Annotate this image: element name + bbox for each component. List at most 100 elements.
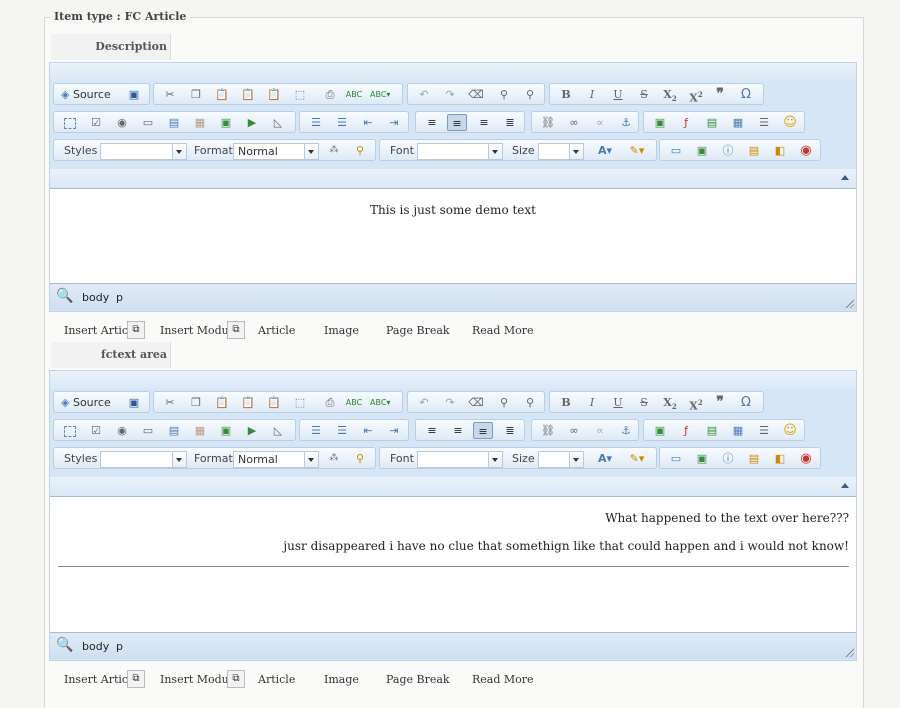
resize-handle[interactable] — [844, 298, 854, 308]
find-icon[interactable]: ⚲ — [494, 394, 514, 411]
zoom-icon[interactable]: 🔍 — [56, 637, 73, 653]
superscript-button[interactable]: X2 — [686, 394, 706, 413]
paste-icon[interactable]: 📋 — [212, 394, 232, 411]
smiley-icon[interactable]: ☺ — [780, 422, 800, 439]
bold-button[interactable]: B — [556, 394, 576, 411]
blockquote-icon[interactable]: ❞ — [710, 394, 730, 411]
link-icon[interactable]: ⛓ — [538, 422, 558, 439]
underline-button[interactable]: U — [608, 394, 628, 411]
spellcheck-icon[interactable]: ABC — [344, 394, 364, 411]
color-wheel-icon[interactable]: ◉ — [796, 142, 816, 159]
superscript-button[interactable]: X2 — [686, 86, 706, 105]
preview-zoom-icon[interactable]: ⚲ — [350, 450, 370, 467]
horizontal-rule-icon[interactable]: ☰ — [754, 114, 774, 131]
indent-icon[interactable]: ⇥ — [384, 422, 404, 439]
form-icon[interactable] — [60, 114, 80, 131]
special-char-icon[interactable]: Ω — [736, 394, 756, 411]
paste-text-icon[interactable]: 📋 — [238, 394, 258, 411]
image-icon[interactable]: ▣ — [650, 422, 670, 439]
zoom-icon[interactable]: 🔍 — [56, 288, 73, 304]
table-grid-icon[interactable]: ▦ — [728, 114, 748, 131]
align-center-icon[interactable]: ≡ — [447, 114, 467, 131]
eraser-icon[interactable]: ⌫ — [466, 394, 486, 411]
bg-color-icon[interactable]: ✎▾ — [624, 450, 650, 467]
collapse-toolbar-icon[interactable] — [841, 483, 849, 488]
subscript-button[interactable]: X2 — [660, 86, 680, 103]
special-char-icon[interactable]: Ω — [736, 86, 756, 103]
read-more-button[interactable]: Read More — [472, 673, 534, 686]
cut-icon[interactable]: ✂ — [160, 86, 180, 103]
checkbox-icon[interactable]: ☑ — [86, 114, 106, 131]
image-button-icon[interactable]: ▶ — [242, 422, 262, 439]
undo-icon[interactable]: ↶ — [414, 86, 434, 103]
numbered-list-icon[interactable]: ☰ — [306, 114, 326, 131]
maximize-icon[interactable]: ▭ — [666, 142, 686, 159]
print-icon[interactable]: ⎙ — [320, 394, 340, 411]
strike-button[interactable]: S — [634, 394, 654, 411]
select-field-icon[interactable]: ▦ — [190, 114, 210, 131]
anchor-icon[interactable]: ⚓ — [616, 114, 636, 131]
description-content-area[interactable]: This is just some demo text — [50, 188, 856, 284]
replace-icon[interactable]: ⚲ — [520, 86, 540, 103]
print-icon[interactable]: ⎙ — [320, 86, 340, 103]
select-field-icon[interactable]: ▦ — [190, 422, 210, 439]
redo-icon[interactable]: ↷ — [440, 394, 460, 411]
link-chain-icon[interactable]: ∞ — [564, 114, 584, 131]
anchor-icon[interactable]: ⚓ — [616, 422, 636, 439]
preview-zoom-icon[interactable]: ⚲ — [350, 142, 370, 159]
image-button-icon[interactable]: ▶ — [242, 114, 262, 131]
blockquote-icon[interactable]: ❞ — [710, 86, 730, 103]
show-source-icon[interactable]: ▣ — [692, 142, 712, 159]
insert-article-icon[interactable]: ⧉ — [127, 670, 145, 688]
about-icon[interactable]: ⓘ — [718, 450, 738, 467]
insert-module-icon[interactable]: ⧉ — [227, 670, 245, 688]
find-icon[interactable]: ⚲ — [494, 86, 514, 103]
textfield-icon[interactable]: ▭ — [138, 422, 158, 439]
smiley-icon[interactable]: ☺ — [780, 114, 800, 131]
image-button[interactable]: Image — [324, 673, 359, 686]
bold-button[interactable]: B — [556, 86, 576, 103]
outdent-icon[interactable]: ⇤ — [358, 114, 378, 131]
font-select[interactable] — [417, 143, 503, 160]
save-icon[interactable]: ▣ — [124, 86, 144, 103]
paste-word-icon[interactable]: 📋 — [264, 394, 284, 411]
path-p[interactable]: p — [116, 291, 123, 304]
subscript-button[interactable]: X2 — [660, 394, 680, 411]
show-source-icon[interactable]: ▣ — [692, 450, 712, 467]
template-icon[interactable]: ▤ — [744, 450, 764, 467]
bulleted-list-icon[interactable]: ☰ — [332, 422, 352, 439]
read-more-button[interactable]: Read More — [472, 324, 534, 337]
select-all-icon[interactable]: ⬚ — [290, 394, 310, 411]
copy-icon[interactable]: ❐ — [186, 394, 206, 411]
color-wheel-icon[interactable]: ◉ — [796, 450, 816, 467]
spellcheck-scayt-icon[interactable]: ABC▾ — [370, 86, 390, 103]
maximize-icon[interactable]: ▭ — [666, 450, 686, 467]
link-icon[interactable]: ⛓ — [538, 114, 558, 131]
button-field-icon[interactable]: ▣ — [216, 422, 236, 439]
page-break-button[interactable]: Page Break — [386, 673, 450, 686]
resize-handle[interactable] — [844, 647, 854, 657]
italic-button[interactable]: I — [582, 394, 602, 411]
align-right-icon[interactable]: ≡ — [474, 114, 494, 131]
table-grid-icon[interactable]: ▦ — [728, 422, 748, 439]
select-all-icon[interactable]: ⬚ — [290, 86, 310, 103]
hidden-field-icon[interactable]: ◺ — [268, 114, 288, 131]
form-icon[interactable] — [60, 422, 80, 439]
bg-color-icon[interactable]: ✎▾ — [624, 142, 650, 159]
unlink-icon[interactable]: ∝ — [590, 422, 610, 439]
spellcheck-scayt-icon[interactable]: ABC▾ — [370, 394, 390, 411]
table-icon[interactable]: ▤ — [702, 114, 722, 131]
source-button[interactable]: ◈ Source — [58, 394, 114, 411]
spellcheck-icon[interactable]: ABC — [344, 86, 364, 103]
textfield-icon[interactable]: ▭ — [138, 114, 158, 131]
redo-icon[interactable]: ↷ — [440, 86, 460, 103]
source-button[interactable]: ◈ Source — [58, 86, 114, 103]
outdent-icon[interactable]: ⇤ — [358, 422, 378, 439]
copy-icon[interactable]: ❐ — [186, 86, 206, 103]
numbered-list-icon[interactable]: ☰ — [306, 422, 326, 439]
align-justify-icon[interactable]: ≣ — [500, 422, 520, 439]
button-field-icon[interactable]: ▣ — [216, 114, 236, 131]
fctext-content-area[interactable]: What happened to the text over here??? j… — [50, 496, 856, 633]
underline-button[interactable]: U — [608, 86, 628, 103]
textarea-icon[interactable]: ▤ — [164, 422, 184, 439]
